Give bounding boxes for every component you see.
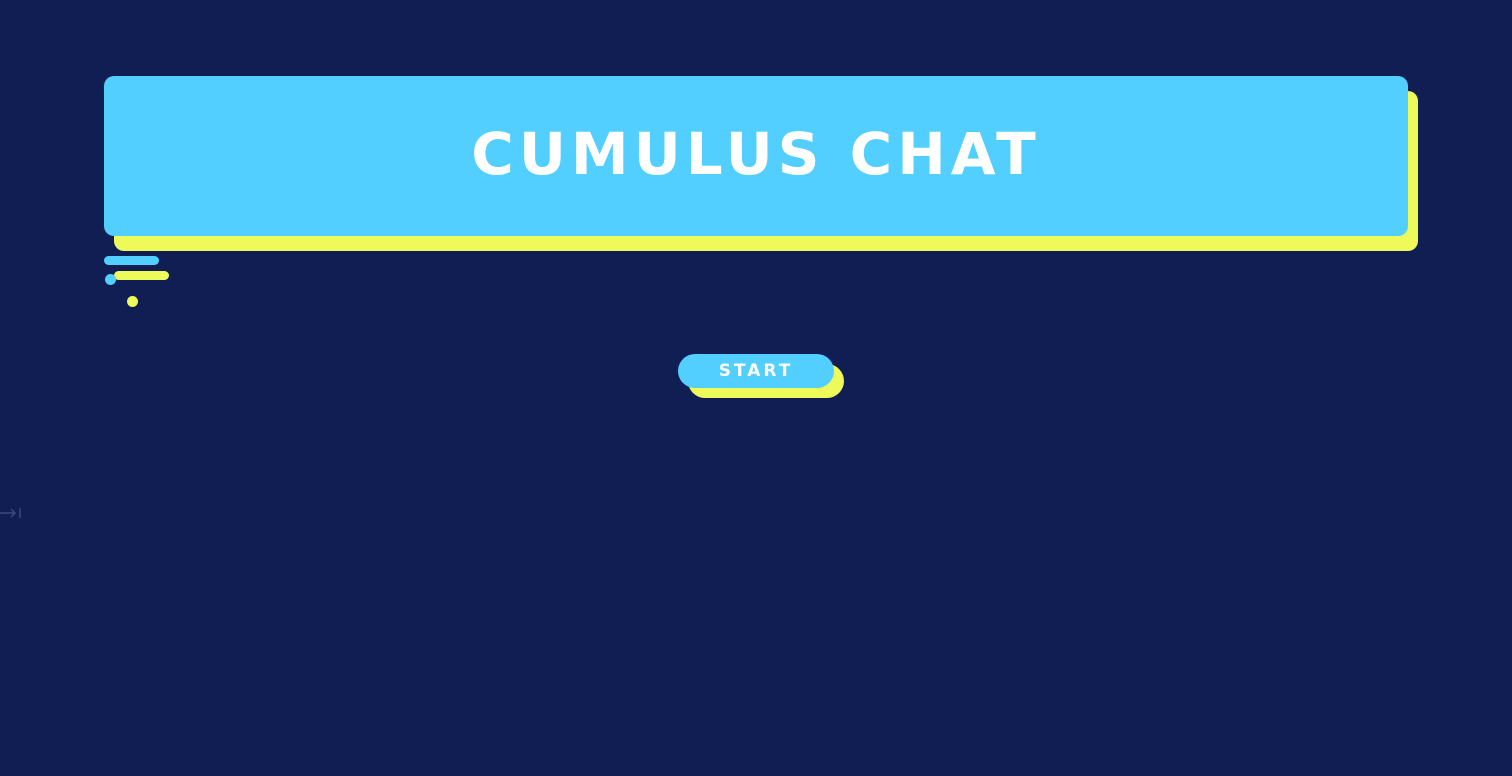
decorative-bar-blue <box>104 256 159 265</box>
decorative-dot-yellow <box>127 296 138 307</box>
arrow-into-bar-icon[interactable] <box>0 505 24 519</box>
title-banner: CUMULUS CHAT <box>104 76 1408 236</box>
decorative-dot-blue <box>105 274 116 285</box>
start-button[interactable]: START <box>678 354 834 388</box>
decorative-bar-yellow <box>114 271 169 280</box>
app-title: CUMULUS CHAT <box>471 120 1041 188</box>
start-button-group: START <box>678 354 844 398</box>
